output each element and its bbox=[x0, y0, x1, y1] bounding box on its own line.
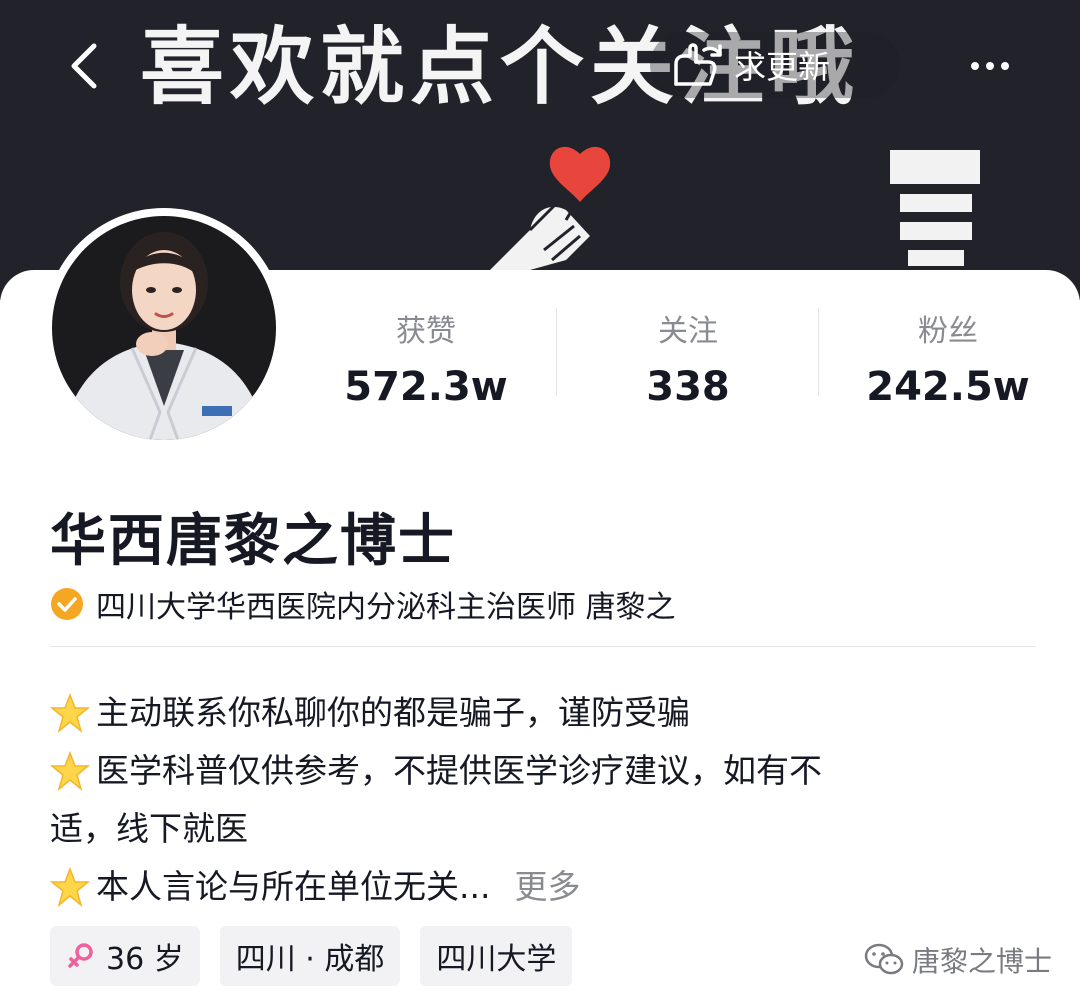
profile-bio: 主动联系你私聊你的都是骗子，谨防受骗 医学科普仅供参考，不提供医学诊疗建议，如有… bbox=[50, 684, 1010, 916]
tag-school-label: 四川大学 bbox=[436, 942, 557, 977]
stat-following[interactable]: 关注 338 bbox=[558, 300, 818, 420]
verification-row: 四川大学华西医院内分泌科主治医师 唐黎之 bbox=[50, 582, 676, 626]
bio-line: 主动联系你私聊你的都是骗子，谨防受骗 bbox=[50, 684, 1010, 742]
avatar[interactable] bbox=[44, 208, 284, 448]
watermark-text: 唐黎之博士 bbox=[912, 945, 1053, 978]
chevron-left-icon bbox=[71, 43, 97, 89]
stat-followers[interactable]: 粉丝 242.5w bbox=[818, 300, 1078, 420]
back-button[interactable] bbox=[52, 34, 116, 98]
divider bbox=[50, 646, 1036, 647]
stat-divider bbox=[556, 308, 557, 396]
finger-heart-icon bbox=[490, 146, 611, 270]
star-icon bbox=[50, 684, 96, 742]
star-icon bbox=[50, 858, 96, 916]
bio-line: 本人言论与所在单位无关... 更多 bbox=[50, 858, 1010, 916]
bio-text: 适，线下就医 bbox=[50, 809, 248, 848]
stat-label: 获赞 bbox=[396, 314, 456, 349]
tag-location[interactable]: 四川 · 成都 bbox=[219, 926, 401, 986]
tag-age-label: 36 岁 bbox=[106, 942, 184, 977]
banner-decoration bbox=[890, 150, 980, 266]
bio-line: 医学科普仅供参考，不提供医学诊疗建议，如有不 bbox=[50, 742, 1010, 800]
watermark: 唐黎之博士 bbox=[864, 940, 1052, 980]
more-dot bbox=[986, 62, 994, 70]
bio-text: 医学科普仅供参考，不提供医学诊疗建议，如有不 bbox=[96, 751, 822, 790]
request-update-button[interactable]: 求更新 bbox=[650, 32, 900, 98]
top-nav-bar: 求更新 bbox=[0, 0, 1080, 130]
stat-value: 242.5w bbox=[866, 364, 1030, 410]
bio-line: 适，线下就医 bbox=[50, 800, 1010, 858]
wechat-icon bbox=[864, 943, 904, 975]
stats-row: 获赞 572.3w 关注 338 粉丝 242.5w bbox=[296, 300, 1080, 420]
more-options-button[interactable] bbox=[958, 34, 1022, 98]
tag-age[interactable]: 36 岁 bbox=[50, 926, 200, 986]
stat-likes[interactable]: 获赞 572.3w bbox=[296, 300, 556, 420]
female-gender-icon bbox=[68, 943, 93, 968]
more-dot bbox=[1001, 62, 1009, 70]
profile-tags: 36 岁 四川 · 成都 四川大学 bbox=[50, 926, 573, 986]
stat-label: 粉丝 bbox=[918, 314, 978, 349]
tag-location-label: 四川 · 成都 bbox=[235, 942, 385, 977]
stat-value: 572.3w bbox=[344, 364, 508, 410]
tag-school[interactable]: 四川大学 bbox=[420, 926, 573, 986]
bio-text: 主动联系你私聊你的都是骗子，谨防受骗 bbox=[96, 693, 690, 732]
bio-more-link[interactable]: 更多 bbox=[514, 858, 580, 916]
bio-text: 本人言论与所在单位无关... bbox=[96, 867, 491, 906]
refresh-hand-icon bbox=[674, 43, 722, 86]
request-update-label: 求更新 bbox=[734, 48, 831, 86]
verification-text: 四川大学华西医院内分泌科主治医师 唐黎之 bbox=[96, 590, 676, 625]
avatar-image bbox=[52, 216, 276, 440]
verified-badge-icon bbox=[51, 588, 83, 620]
stat-value: 338 bbox=[646, 364, 730, 410]
profile-name: 华西唐黎之博士 bbox=[50, 509, 456, 574]
stat-label: 关注 bbox=[658, 314, 718, 349]
star-icon bbox=[50, 742, 96, 800]
more-dot bbox=[971, 62, 979, 70]
